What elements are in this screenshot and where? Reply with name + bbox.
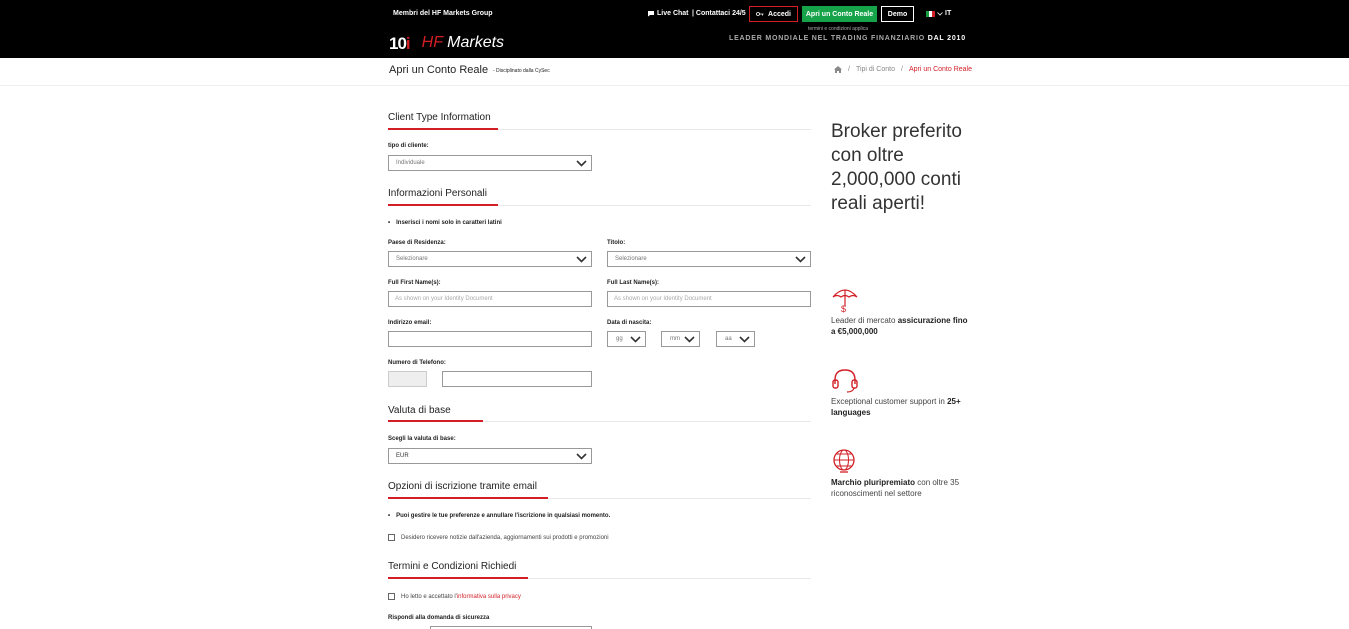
globe-icon: [833, 449, 855, 473]
chevron-down-icon: [576, 453, 587, 460]
section-divider: [388, 204, 811, 206]
title-value: Selezionare: [615, 256, 647, 262]
latin-names-note: Inserisci i nomi solo in caratteri latin…: [388, 220, 502, 226]
italy-flag-icon: [926, 10, 935, 17]
live-chat-link[interactable]: Live Chat: [647, 10, 689, 17]
breadcrumb-current: Apri un Conto Reale: [908, 66, 972, 73]
first-name-input[interactable]: As shown on your Identity Document: [388, 291, 592, 307]
dob-month-value: mm: [670, 336, 680, 342]
chevron-down-icon: [630, 336, 641, 343]
tagline: LEADER MONDIALE NEL TRADING FINANZIARIO …: [729, 35, 966, 42]
login-button[interactable]: Accedi: [749, 6, 798, 22]
currency-select[interactable]: EUR: [388, 448, 592, 464]
currency-value: EUR: [396, 453, 409, 459]
language-label: IT: [945, 10, 952, 17]
privacy-checkbox-label: Ho letto e accettato l'informativa sulla…: [401, 593, 521, 600]
terms-title: Termini e Condizioni Richiedi: [388, 561, 517, 572]
chevron-down-icon: [576, 160, 587, 167]
umbrella-icon: $: [832, 289, 858, 313]
first-name-label: Full First Name(s):: [388, 280, 441, 286]
last-name-input[interactable]: As shown on your Identity Document: [607, 291, 811, 307]
phone-prefix-input[interactable]: [388, 371, 427, 387]
dob-month-select[interactable]: mm: [661, 331, 700, 347]
title-select[interactable]: Selezionare: [607, 251, 811, 267]
email-input[interactable]: [388, 331, 592, 347]
chevron-down-icon: [937, 11, 943, 16]
page-subtitle: - Disciplinato dalla CySec: [493, 68, 550, 74]
terms-note: termini e condizioni applica: [808, 26, 869, 32]
contact-link[interactable]: | Contattaci 24/5: [692, 10, 746, 17]
client-type-select[interactable]: Individuale: [388, 155, 592, 171]
top-bar: Membri del HF Markets Group Live Chat | …: [0, 0, 1349, 58]
phone-label: Numero di Telefono:: [388, 360, 446, 366]
members-link[interactable]: Membri del HF Markets Group: [393, 10, 493, 17]
language-selector[interactable]: IT: [926, 10, 951, 17]
dob-day-select[interactable]: gg: [607, 331, 646, 347]
newsletter-checkbox-label: Desidero ricevere notizie dall'azienda, …: [401, 534, 609, 541]
logo-anniversary: 10i: [389, 33, 411, 53]
email-label: Indirizzo email:: [388, 320, 432, 326]
newsletter-checkbox-row[interactable]: Desidero ricevere notizie dall'azienda, …: [388, 534, 609, 541]
section-divider: [388, 497, 811, 499]
newsletter-checkbox[interactable]: [388, 534, 395, 541]
chevron-down-icon: [795, 256, 806, 263]
phone-number-input[interactable]: [442, 371, 592, 387]
headset-icon: [832, 369, 858, 393]
section-divider: [388, 420, 811, 422]
svg-text:$: $: [841, 304, 846, 313]
currency-title: Valuta di base: [388, 405, 451, 416]
privacy-checkbox[interactable]: [388, 593, 395, 600]
currency-label: Scegli la valuta di base:: [388, 436, 456, 442]
breadcrumb-account-types[interactable]: Tipi di Conto: [856, 66, 895, 73]
key-icon: [756, 12, 764, 16]
privacy-policy-link[interactable]: informativa sulla privacy: [457, 594, 521, 600]
title-label: Titolo:: [607, 240, 626, 246]
dob-day-value: gg: [616, 336, 623, 342]
feature-support: Exceptional customer support in 25+ lang…: [831, 397, 961, 417]
country-value: Selezionare: [396, 256, 428, 262]
chevron-down-icon: [684, 336, 695, 343]
country-select[interactable]: Selezionare: [388, 251, 592, 267]
client-type-value: Individuale: [396, 160, 425, 166]
breadcrumb: / Tipi di Conto / Apri un Conto Reale: [834, 66, 972, 73]
dob-year-select[interactable]: aa: [716, 331, 755, 347]
logo-wordmark: HF Markets: [421, 34, 505, 51]
section-divider: [388, 128, 811, 130]
home-icon[interactable]: [834, 66, 842, 73]
dob-year-value: aa: [725, 336, 732, 342]
broker-headline: Broker preferito con oltre 2,000,000 con…: [831, 121, 962, 214]
page-header: Apri un Conto Reale - Disciplinato dalla…: [0, 58, 1349, 86]
login-label: Accedi: [768, 10, 791, 18]
last-name-label: Full Last Name(s):: [607, 280, 660, 286]
privacy-checkbox-row[interactable]: Ho letto e accettato l'informativa sulla…: [388, 593, 521, 600]
demo-button[interactable]: Demo: [881, 6, 914, 22]
security-question-label: Rispondi alla domanda di sicurezza: [388, 615, 490, 621]
page-title: Apri un Conto Reale: [389, 64, 489, 76]
chat-icon: [648, 11, 654, 17]
dob-label: Data di nascita:: [607, 320, 652, 326]
live-chat-label: Live Chat: [657, 10, 689, 17]
client-type-title: Client Type Information: [388, 112, 491, 123]
country-label: Paese di Residenza:: [388, 240, 446, 246]
feature-awards: Marchio pluripremiato con oltre 35 ricon…: [831, 478, 960, 498]
email-options-note: Puoi gestire le tue preferenze e annulla…: [388, 513, 610, 519]
contact-label: Contattaci 24/5: [695, 10, 746, 17]
personal-info-title: Informazioni Personali: [388, 188, 487, 199]
email-options-title: Opzioni di iscrizione tramite email: [388, 481, 537, 492]
chevron-down-icon: [739, 336, 750, 343]
section-divider: [388, 577, 811, 579]
feature-insurance: Leader di mercato assicurazione fino a €…: [831, 316, 968, 336]
client-type-label: tipo di cliente:: [388, 143, 429, 149]
open-real-account-button[interactable]: Apri un Conto Reale: [802, 6, 877, 22]
chevron-down-icon: [576, 256, 587, 263]
logo[interactable]: 10i HF Markets: [389, 34, 504, 52]
